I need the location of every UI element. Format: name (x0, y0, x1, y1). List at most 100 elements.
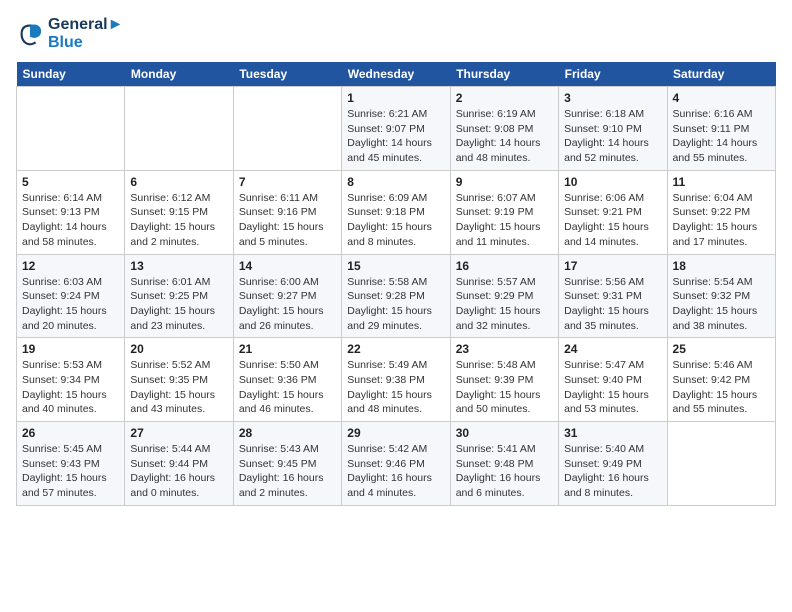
week-row-2: 12 Sunrise: 6:03 AM Sunset: 9:24 PM Dayli… (17, 254, 776, 338)
day-number: 25 (673, 342, 770, 356)
day-number: 28 (239, 426, 336, 440)
day-info: Sunrise: 5:50 AM Sunset: 9:36 PM Dayligh… (239, 358, 336, 417)
day-info: Sunrise: 6:00 AM Sunset: 9:27 PM Dayligh… (239, 275, 336, 334)
calendar-cell: 10Sunrise: 6:06 AM Sunset: 9:21 PM Dayli… (559, 170, 667, 254)
day-info: Sunrise: 5:52 AM Sunset: 9:35 PM Dayligh… (130, 358, 227, 417)
day-info: Sunrise: 5:46 AM Sunset: 9:42 PM Dayligh… (673, 358, 770, 417)
day-info: Sunrise: 5:56 AM Sunset: 9:31 PM Dayligh… (564, 275, 661, 334)
day-info: Sunrise: 6:03 AM Sunset: 9:24 PM Dayligh… (22, 275, 119, 334)
week-row-0: 1 Sunrise: 6:21 AM Sunset: 9:07 PM Daylig… (17, 87, 776, 171)
calendar-cell: 4Sunrise: 6:16 AM Sunset: 9:11 PM Daylig… (667, 87, 775, 171)
day-number: 24 (564, 342, 661, 356)
day-number: 21 (239, 342, 336, 356)
calendar-cell: 17 Sunrise: 5:56 AM Sunset: 9:31 PM Dayli… (559, 254, 667, 338)
calendar-cell: 26 Sunrise: 5:45 AM Sunset: 9:43 PM Dayli… (17, 422, 125, 506)
week-row-4: 26 Sunrise: 5:45 AM Sunset: 9:43 PM Dayli… (17, 422, 776, 506)
header-tuesday: Tuesday (233, 62, 341, 87)
calendar-header-row: SundayMondayTuesdayWednesdayThursdayFrid… (17, 62, 776, 87)
calendar-cell (667, 422, 775, 506)
calendar-cell: 12 Sunrise: 6:03 AM Sunset: 9:24 PM Dayli… (17, 254, 125, 338)
day-info: Sunrise: 5:57 AM Sunset: 9:29 PM Dayligh… (456, 275, 553, 334)
day-number: 31 (564, 426, 661, 440)
day-info: Sunrise: 5:48 AM Sunset: 9:39 PM Dayligh… (456, 358, 553, 417)
calendar-cell: 15 Sunrise: 5:58 AM Sunset: 9:28 PM Dayli… (342, 254, 450, 338)
day-info: Sunrise: 5:58 AM Sunset: 9:28 PM Dayligh… (347, 275, 444, 334)
header-wednesday: Wednesday (342, 62, 450, 87)
calendar-body: 1 Sunrise: 6:21 AM Sunset: 9:07 PM Daylig… (17, 87, 776, 506)
day-info: Sunrise: 5:47 AM Sunset: 9:40 PM Dayligh… (564, 358, 661, 417)
calendar-cell: 18 Sunrise: 5:54 AM Sunset: 9:32 PM Dayli… (667, 254, 775, 338)
day-number: 7 (239, 175, 336, 189)
calendar-cell (17, 87, 125, 171)
week-row-1: 5 Sunrise: 6:14 AM Sunset: 9:13 PM Daylig… (17, 170, 776, 254)
calendar-cell: 2 Sunrise: 6:19 AM Sunset: 9:08 PM Daylig… (450, 87, 558, 171)
day-info: Sunrise: 6:21 AM Sunset: 9:07 PM Dayligh… (347, 107, 444, 166)
day-number: 17 (564, 259, 661, 273)
day-number: 20 (130, 342, 227, 356)
day-info: Sunrise: 5:45 AM Sunset: 9:43 PM Dayligh… (22, 442, 119, 501)
day-number: 11 (673, 175, 770, 189)
day-number: 29 (347, 426, 444, 440)
week-row-3: 19Sunrise: 5:53 AM Sunset: 9:34 PM Dayli… (17, 338, 776, 422)
day-number: 8 (347, 175, 444, 189)
day-info: Sunrise: 5:54 AM Sunset: 9:32 PM Dayligh… (673, 275, 770, 334)
calendar-cell: 20 Sunrise: 5:52 AM Sunset: 9:35 PM Dayli… (125, 338, 233, 422)
calendar-cell: 7 Sunrise: 6:11 AM Sunset: 9:16 PM Daylig… (233, 170, 341, 254)
day-number: 3 (564, 91, 661, 105)
day-info: Sunrise: 5:53 AM Sunset: 9:34 PM Dayligh… (22, 358, 119, 417)
calendar-cell: 16 Sunrise: 5:57 AM Sunset: 9:29 PM Dayli… (450, 254, 558, 338)
calendar-cell: 6 Sunrise: 6:12 AM Sunset: 9:15 PM Daylig… (125, 170, 233, 254)
calendar-cell (233, 87, 341, 171)
day-info: Sunrise: 5:40 AM Sunset: 9:49 PM Dayligh… (564, 442, 661, 501)
calendar-cell: 29Sunrise: 5:42 AM Sunset: 9:46 PM Dayli… (342, 422, 450, 506)
logo: General► Blue (16, 16, 123, 52)
calendar-cell: 28 Sunrise: 5:43 AM Sunset: 9:45 PM Dayli… (233, 422, 341, 506)
day-number: 6 (130, 175, 227, 189)
calendar-cell: 30 Sunrise: 5:41 AM Sunset: 9:48 PM Dayli… (450, 422, 558, 506)
calendar-cell: 21 Sunrise: 5:50 AM Sunset: 9:36 PM Dayli… (233, 338, 341, 422)
calendar-cell: 11 Sunrise: 6:04 AM Sunset: 9:22 PM Dayli… (667, 170, 775, 254)
day-number: 1 (347, 91, 444, 105)
calendar-cell: 25 Sunrise: 5:46 AM Sunset: 9:42 PM Dayli… (667, 338, 775, 422)
calendar-cell: 8 Sunrise: 6:09 AM Sunset: 9:18 PM Daylig… (342, 170, 450, 254)
calendar-cell: 9Sunrise: 6:07 AM Sunset: 9:19 PM Daylig… (450, 170, 558, 254)
calendar-cell (125, 87, 233, 171)
day-info: Sunrise: 6:14 AM Sunset: 9:13 PM Dayligh… (22, 191, 119, 250)
header-sunday: Sunday (17, 62, 125, 87)
day-number: 12 (22, 259, 119, 273)
day-info: Sunrise: 6:06 AM Sunset: 9:21 PM Dayligh… (564, 191, 661, 250)
calendar-cell: 1 Sunrise: 6:21 AM Sunset: 9:07 PM Daylig… (342, 87, 450, 171)
day-info: Sunrise: 6:19 AM Sunset: 9:08 PM Dayligh… (456, 107, 553, 166)
day-info: Sunrise: 6:16 AM Sunset: 9:11 PM Dayligh… (673, 107, 770, 166)
calendar-table: SundayMondayTuesdayWednesdayThursdayFrid… (16, 62, 776, 506)
day-info: Sunrise: 6:07 AM Sunset: 9:19 PM Dayligh… (456, 191, 553, 250)
header-thursday: Thursday (450, 62, 558, 87)
day-info: Sunrise: 6:01 AM Sunset: 9:25 PM Dayligh… (130, 275, 227, 334)
day-number: 5 (22, 175, 119, 189)
header-friday: Friday (559, 62, 667, 87)
day-info: Sunrise: 6:11 AM Sunset: 9:16 PM Dayligh… (239, 191, 336, 250)
day-info: Sunrise: 6:04 AM Sunset: 9:22 PM Dayligh… (673, 191, 770, 250)
day-number: 13 (130, 259, 227, 273)
day-number: 27 (130, 426, 227, 440)
logo-text: General► Blue (48, 16, 123, 52)
day-number: 18 (673, 259, 770, 273)
calendar-cell: 13 Sunrise: 6:01 AM Sunset: 9:25 PM Dayli… (125, 254, 233, 338)
day-number: 15 (347, 259, 444, 273)
calendar-cell: 22Sunrise: 5:49 AM Sunset: 9:38 PM Dayli… (342, 338, 450, 422)
day-number: 30 (456, 426, 553, 440)
day-info: Sunrise: 6:18 AM Sunset: 9:10 PM Dayligh… (564, 107, 661, 166)
day-info: Sunrise: 5:41 AM Sunset: 9:48 PM Dayligh… (456, 442, 553, 501)
header-saturday: Saturday (667, 62, 775, 87)
day-info: Sunrise: 6:12 AM Sunset: 9:15 PM Dayligh… (130, 191, 227, 250)
day-info: Sunrise: 6:09 AM Sunset: 9:18 PM Dayligh… (347, 191, 444, 250)
day-number: 22 (347, 342, 444, 356)
day-number: 26 (22, 426, 119, 440)
calendar-cell: 31 Sunrise: 5:40 AM Sunset: 9:49 PM Dayli… (559, 422, 667, 506)
day-number: 16 (456, 259, 553, 273)
day-number: 2 (456, 91, 553, 105)
calendar-cell: 19Sunrise: 5:53 AM Sunset: 9:34 PM Dayli… (17, 338, 125, 422)
day-info: Sunrise: 5:43 AM Sunset: 9:45 PM Dayligh… (239, 442, 336, 501)
calendar-cell: 23Sunrise: 5:48 AM Sunset: 9:39 PM Dayli… (450, 338, 558, 422)
day-number: 14 (239, 259, 336, 273)
